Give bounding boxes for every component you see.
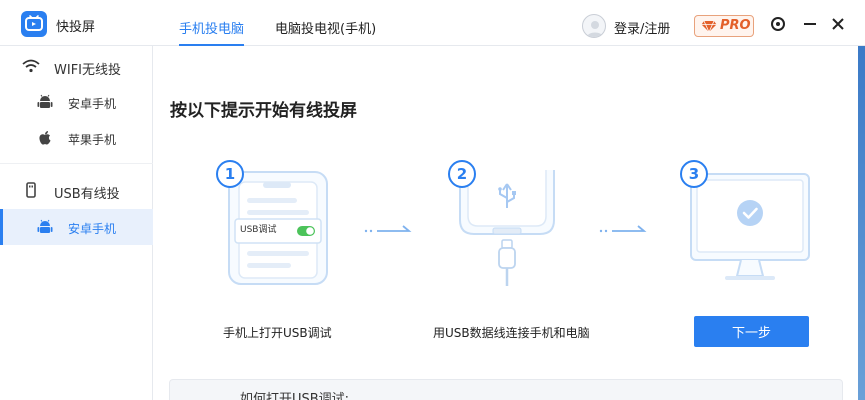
sidebar-item-usb-android[interactable]: 安卓手机 xyxy=(0,209,153,245)
pro-label: PRO xyxy=(720,18,751,33)
app-window: 快投屏 手机投电脑 电脑投电视(手机) 登录/注册 PRO WIFI无线投 安卓… xyxy=(0,0,865,400)
tab-phone-to-pc[interactable]: 手机投电脑 xyxy=(179,18,245,46)
close-icon[interactable] xyxy=(830,16,846,32)
android-icon xyxy=(37,219,53,233)
apple-icon xyxy=(39,131,51,145)
desktop-background-edge xyxy=(858,46,865,400)
diamond-icon xyxy=(701,20,717,33)
tab-pc-to-tv[interactable]: 电脑投电视(手机) xyxy=(275,18,376,46)
arrow-right-icon xyxy=(599,225,647,233)
arrow-right-icon xyxy=(364,225,412,233)
sidebar: WIFI无线投 安卓手机 苹果手机 USB有线投 安卓手机 xyxy=(0,46,153,400)
pro-button[interactable]: PRO xyxy=(694,15,754,37)
sidebar-item-label: 安卓手机 xyxy=(68,222,117,236)
wifi-icon xyxy=(22,59,40,73)
app-logo-icon xyxy=(21,11,47,37)
step-number-3: 3 xyxy=(680,160,708,188)
sidebar-group-usb[interactable]: USB有线投 xyxy=(0,172,153,208)
user-icon xyxy=(587,21,603,37)
sidebar-divider xyxy=(0,163,153,164)
step-number-2: 2 xyxy=(448,160,476,188)
sidebar-group-label: USB有线投 xyxy=(54,187,120,202)
usb-debug-setting-label: USB调试 xyxy=(240,225,277,235)
avatar[interactable] xyxy=(582,14,606,38)
usb-icon xyxy=(26,182,36,198)
sidebar-item-wifi-apple[interactable]: 苹果手机 xyxy=(0,120,153,156)
help-panel: 如何打开USB调试: xyxy=(169,379,843,400)
settings-icon[interactable] xyxy=(770,16,786,32)
sidebar-item-label: 安卓手机 xyxy=(68,97,117,111)
sidebar-item-wifi-android[interactable]: 安卓手机 xyxy=(0,84,153,120)
sidebar-group-wifi[interactable]: WIFI无线投 xyxy=(0,48,153,84)
android-icon xyxy=(37,94,53,108)
step-caption-1: 手机上打开USB调试 xyxy=(223,326,332,340)
sidebar-group-label: WIFI无线投 xyxy=(54,63,121,78)
page-title: 按以下提示开始有线投屏 xyxy=(170,101,357,121)
app-name: 快投屏 xyxy=(56,20,96,35)
title-bar: 快投屏 手机投电脑 电脑投电视(手机) 登录/注册 PRO xyxy=(0,0,865,46)
minimize-icon[interactable] xyxy=(802,16,818,32)
help-title: 如何打开USB调试: xyxy=(240,392,350,400)
sidebar-item-label: 苹果手机 xyxy=(68,133,117,147)
next-step-button[interactable]: 下一步 xyxy=(694,316,809,347)
main-content: 按以下提示开始有线投屏 USB调试 1 2 3 手机上打开USB调试 用USB数… xyxy=(153,46,865,400)
login-register-link[interactable]: 登录/注册 xyxy=(614,18,670,37)
step-number-1: 1 xyxy=(216,160,244,188)
step-caption-2: 用USB数据线连接手机和电脑 xyxy=(433,326,590,340)
